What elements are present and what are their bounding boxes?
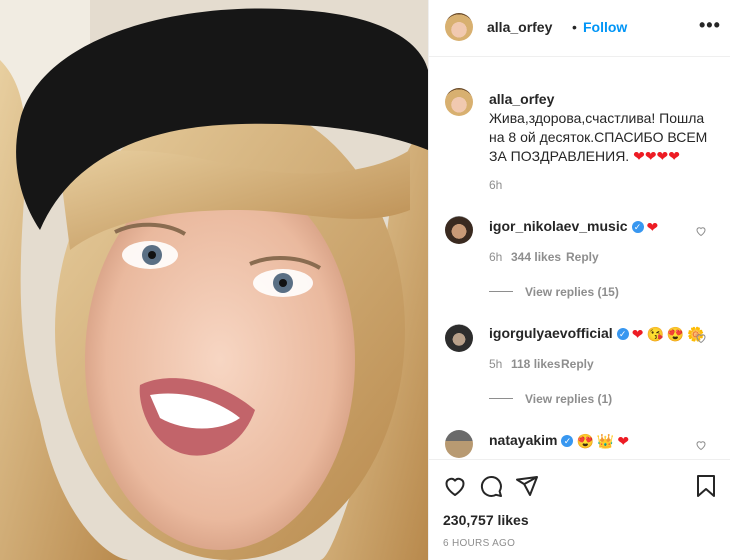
comment-time[interactable]: 5h xyxy=(489,357,502,371)
post-photo[interactable] xyxy=(0,0,428,560)
heart-emoji: ❤❤❤❤ xyxy=(633,148,681,164)
comment: natayakim ✓ 😍 👑 ❤ xyxy=(489,432,629,450)
comment-username[interactable]: igor_nikolaev_music xyxy=(489,218,628,234)
view-replies-line xyxy=(489,291,513,292)
like-icon[interactable] xyxy=(443,474,467,498)
comment-icon[interactable] xyxy=(479,474,503,498)
caption-username[interactable]: alla_orfey xyxy=(489,91,554,107)
comment-likes[interactable]: 344 likes xyxy=(511,250,561,264)
comment-username[interactable]: igorgulyaevofficial xyxy=(489,325,613,341)
more-options-button[interactable]: ••• xyxy=(699,15,721,36)
reply-button[interactable]: Reply xyxy=(561,357,594,371)
comment-avatar[interactable] xyxy=(445,324,473,352)
comment-username[interactable]: natayakim xyxy=(489,432,557,448)
heart-eyes-emoji: 😍 xyxy=(576,432,594,449)
crown-emoji: 👑 xyxy=(596,432,615,449)
verified-badge-icon: ✓ xyxy=(616,328,629,341)
avatar[interactable] xyxy=(445,13,473,41)
post-actions: 230,757 likes 6 HOURS AGO xyxy=(429,459,730,560)
post-header: alla_orfey • Follow ••• xyxy=(429,0,730,57)
like-comment-icon[interactable] xyxy=(695,332,707,344)
comment-avatar[interactable] xyxy=(445,430,473,458)
heart-emoji: ❤ xyxy=(646,218,659,235)
view-replies-button[interactable]: View replies (15) xyxy=(525,285,619,299)
view-replies-button[interactable]: View replies (1) xyxy=(525,392,612,406)
like-comment-icon[interactable] xyxy=(695,439,707,451)
post-timestamp[interactable]: 6 HOURS AGO xyxy=(443,538,515,549)
comment: igorgulyaevofficial ✓ ❤ 😘 😍 🌼 xyxy=(489,325,705,343)
caption-avatar[interactable] xyxy=(445,88,473,116)
comment-time[interactable]: 6h xyxy=(489,250,502,264)
follow-separator: • xyxy=(572,19,577,35)
post-sidebar: alla_orfey • Follow ••• alla_orfey Жива,… xyxy=(428,0,730,560)
save-icon[interactable] xyxy=(695,474,717,498)
caption-time[interactable]: 6h xyxy=(489,178,502,192)
share-icon[interactable] xyxy=(515,474,539,498)
verified-badge-icon: ✓ xyxy=(631,221,644,234)
post-author-username[interactable]: alla_orfey xyxy=(487,19,552,35)
post-image xyxy=(0,0,428,560)
likes-count[interactable]: 230,757 likes xyxy=(443,512,529,528)
view-replies-line xyxy=(489,398,513,399)
heart-eyes-emoji: 😍 xyxy=(666,325,685,342)
heart-emoji: ❤ xyxy=(617,432,630,449)
comment-avatar[interactable] xyxy=(445,216,473,244)
comment-likes[interactable]: 118 likes xyxy=(511,357,560,371)
like-comment-icon[interactable] xyxy=(695,225,707,237)
caption: alla_orfey Жива,здорова,счастлива! Пошла… xyxy=(489,90,714,166)
follow-button[interactable]: Follow xyxy=(583,19,627,35)
kiss-emoji: 😘 xyxy=(646,325,664,342)
verified-badge-icon: ✓ xyxy=(561,435,574,448)
heart-emoji: ❤ xyxy=(631,325,644,342)
comment: igor_nikolaev_music ✓ ❤ xyxy=(489,218,658,236)
reply-button[interactable]: Reply xyxy=(566,250,599,264)
